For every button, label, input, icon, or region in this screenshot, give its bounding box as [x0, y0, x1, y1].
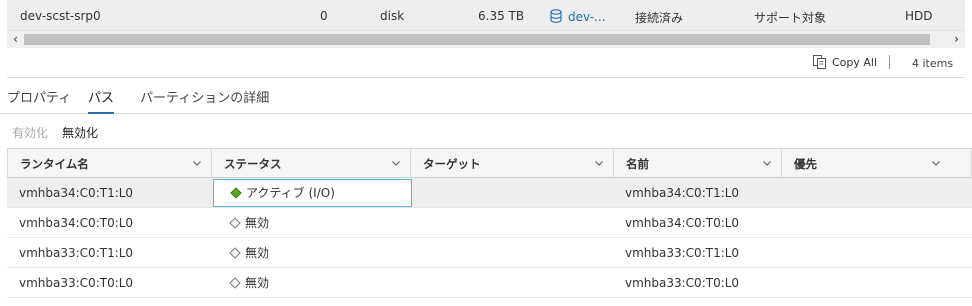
device-lun: 0 [320, 9, 328, 23]
path-name-cell: vmhba33:C0:T0:L0 [625, 276, 740, 290]
table-row[interactable]: vmhba33:C0:T1:L0 無効 vmhba33:C0:T1:L0 [7, 238, 972, 268]
scroll-left-button[interactable]: ‹ [7, 31, 24, 48]
diamond-outline-icon [229, 217, 241, 229]
runtime-name-cell: vmhba33:C0:T0:L0 [19, 276, 134, 290]
scrollbar-thumb[interactable] [24, 34, 930, 45]
column-label: 優先 [794, 157, 817, 171]
grid-header: ランタイム名 ステータス ターゲット 名前 優先 [7, 148, 972, 178]
runtime-name-cell: vmhba33:C0:T1:L0 [19, 246, 134, 260]
database-icon [550, 9, 562, 23]
datastore-name: dev-... [568, 10, 606, 24]
copy-all-button[interactable]: Copy All [812, 53, 877, 71]
device-operational-state: 接続済み [635, 11, 684, 25]
chevron-down-icon[interactable] [761, 157, 773, 169]
device-name: dev-scst-srp0 [20, 9, 101, 23]
diamond-outline-icon [229, 247, 241, 259]
status-text: 無効 [245, 246, 270, 260]
chevron-down-icon[interactable] [191, 157, 203, 169]
status-cell: 無効 [213, 208, 412, 238]
status-cell: 無効 [213, 268, 412, 298]
path-name-cell: vmhba34:C0:T0:L0 [625, 216, 740, 230]
chevron-down-icon[interactable] [390, 157, 402, 169]
item-count: 4 items [912, 57, 954, 70]
chevron-down-icon[interactable] [930, 157, 942, 169]
table-row[interactable]: vmhba34:C0:T1:L0 アクティブ (I/O) vmhba34:C0:… [7, 178, 972, 208]
tab-paths[interactable]: パス [88, 87, 115, 114]
runtime-name-cell: vmhba34:C0:T1:L0 [19, 186, 134, 200]
device-capacity: 6.35 TB [478, 9, 525, 23]
column-label: ステータス [224, 157, 282, 171]
path-actions: 有効化 無効化 [12, 124, 98, 142]
detail-tabs: プロパティ パス パーティションの詳細 [0, 78, 972, 114]
column-header-target[interactable]: ターゲット [411, 149, 614, 178]
column-header-runtime-name[interactable]: ランタイム名 [8, 149, 212, 178]
column-label: 名前 [626, 157, 649, 171]
device-row[interactable]: dev-scst-srp0 0 disk 6.35 TB dev-... 接続済… [7, 0, 965, 31]
horizontal-scrollbar[interactable]: ‹ › [7, 31, 965, 48]
column-header-status[interactable]: ステータス [212, 149, 411, 178]
copy-icon [813, 55, 826, 69]
diamond-filled-icon [230, 187, 242, 199]
scroll-right-button[interactable]: › [948, 31, 965, 48]
tab-partition-details[interactable]: パーティションの詳細 [140, 87, 269, 114]
tab-properties[interactable]: プロパティ [7, 87, 71, 114]
status-cell: アクティブ (I/O) [213, 179, 412, 207]
column-header-preferred[interactable]: 優先 [782, 149, 950, 178]
diamond-outline-icon [229, 277, 241, 289]
status-cell: 無効 [213, 238, 412, 268]
path-name-cell: vmhba33:C0:T1:L0 [625, 246, 740, 260]
copy-all-label: Copy All [832, 55, 878, 69]
device-type: disk [380, 9, 405, 23]
paths-grid: ランタイム名 ステータス ターゲット 名前 優先 vmhba34:C0:T1:L… [7, 148, 972, 298]
status-text: アクティブ (I/O) [246, 186, 335, 200]
column-label: ランタイム名 [20, 157, 89, 171]
column-header-name[interactable]: 名前 [614, 149, 782, 178]
table-row[interactable]: vmhba34:C0:T0:L0 無効 vmhba34:C0:T0:L0 [7, 208, 972, 238]
chevron-down-icon[interactable] [593, 157, 605, 169]
datastore-link[interactable]: dev-... [550, 9, 606, 24]
footer-separator [889, 55, 890, 69]
path-name-cell: vmhba34:C0:T1:L0 [625, 186, 740, 200]
disable-path-button[interactable]: 無効化 [62, 124, 98, 142]
device-hardware-acceleration: サポート対象 [754, 11, 827, 25]
grid-footer: Copy All 4 items [7, 48, 965, 78]
column-label: ターゲット [423, 157, 481, 171]
enable-path-button[interactable]: 有効化 [12, 124, 48, 142]
table-row[interactable]: vmhba33:C0:T0:L0 無効 vmhba33:C0:T0:L0 [7, 268, 972, 298]
status-text: 無効 [245, 216, 270, 230]
status-text: 無効 [245, 276, 270, 290]
device-drive-type: HDD [905, 9, 933, 23]
runtime-name-cell: vmhba34:C0:T0:L0 [19, 216, 134, 230]
